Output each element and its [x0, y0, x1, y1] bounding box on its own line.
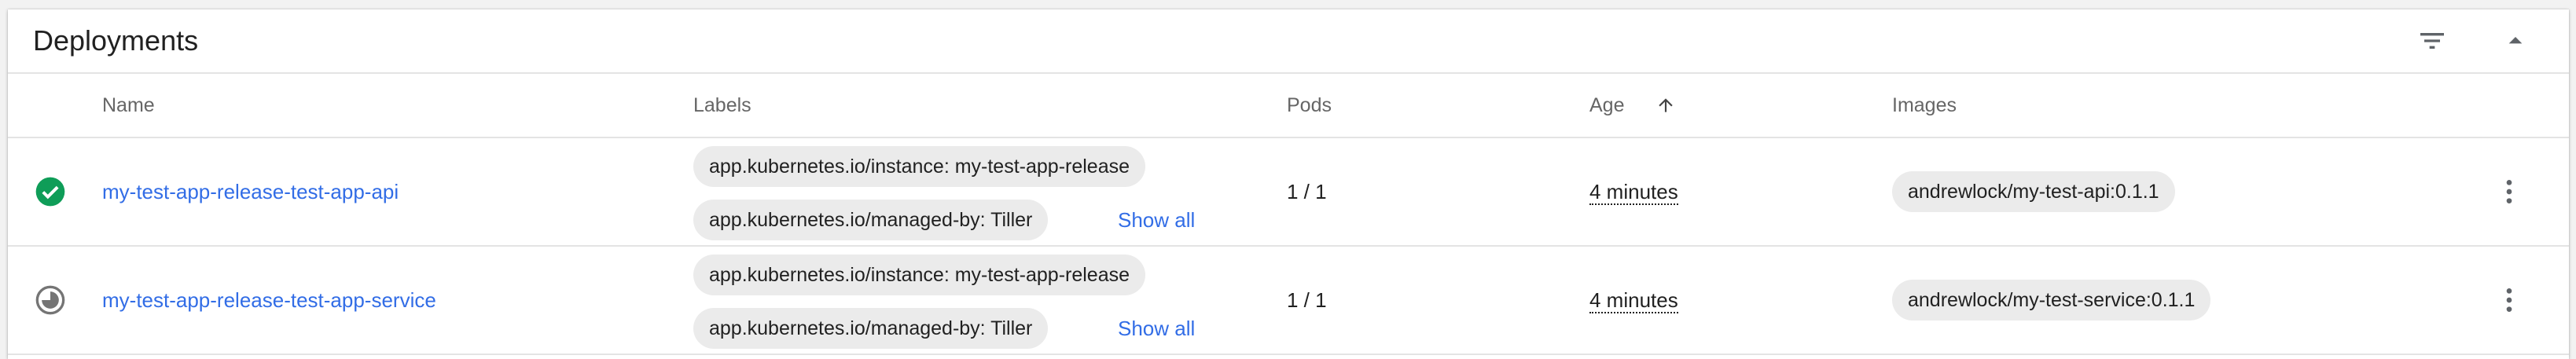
label-chip: app.kubernetes.io/managed-by: Tiller — [693, 308, 1049, 349]
column-header-images: Images — [1892, 94, 1957, 116]
column-header-age[interactable]: Age — [1589, 74, 1673, 137]
filter-icon[interactable] — [2416, 25, 2448, 57]
age-value: 4 minutes — [1589, 138, 1678, 245]
pods-count: 1 / 1 — [1287, 180, 1327, 203]
age-text: 4 minutes — [1589, 288, 1678, 313]
column-header-labels: Labels — [693, 94, 751, 116]
deployment-name-link[interactable]: my-test-app-release-test-app-service — [102, 247, 436, 354]
column-header-age-label: Age — [1589, 94, 1625, 116]
collapse-icon[interactable] — [2500, 25, 2531, 57]
table-row: my-test-app-release-test-app-api app.kub… — [8, 138, 2569, 247]
table-row: my-test-app-release-test-app-service app… — [8, 247, 2569, 355]
card-header: Deployments — [8, 9, 2569, 74]
show-all-link[interactable]: Show all — [1118, 200, 1195, 240]
image-chip: andrewlock/my-test-api:0.1.1 — [1892, 171, 2175, 212]
label-chip: app.kubernetes.io/managed-by: Tiller — [693, 200, 1049, 240]
image-chip: andrewlock/my-test-service:0.1.1 — [1892, 280, 2211, 321]
check-circle-icon — [35, 177, 65, 207]
label-chip: app.kubernetes.io/instance: my-test-app-… — [693, 146, 1146, 187]
column-header-pods[interactable]: Pods — [1287, 74, 1332, 137]
deployment-name-link[interactable]: my-test-app-release-test-app-api — [102, 138, 399, 245]
table-header: Name Labels Pods Age Images — [8, 74, 2569, 138]
more-vert-icon[interactable] — [2492, 174, 2526, 209]
pods-count: 1 / 1 — [1287, 288, 1327, 312]
more-vert-icon[interactable] — [2492, 283, 2526, 317]
card-title: Deployments — [33, 24, 199, 57]
age-value: 4 minutes — [1589, 247, 1678, 354]
label-chip: app.kubernetes.io/instance: my-test-app-… — [693, 255, 1146, 295]
arrow-up-icon — [1659, 98, 1673, 112]
deployments-card: Deployments Name Labels Pods Age Images … — [8, 9, 2569, 359]
column-header-name[interactable]: Name — [102, 74, 155, 137]
age-text: 4 minutes — [1589, 180, 1678, 205]
show-all-link[interactable]: Show all — [1118, 308, 1195, 349]
pending-circle-icon — [35, 285, 65, 315]
